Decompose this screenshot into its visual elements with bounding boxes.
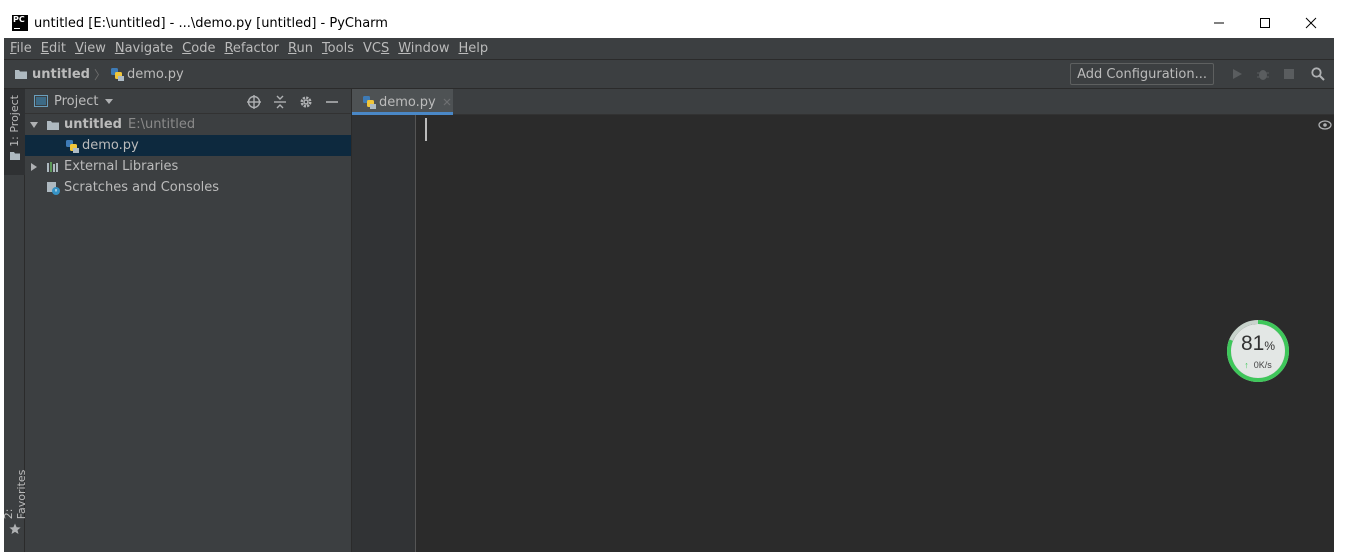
collapsed-arrow-icon[interactable] — [29, 162, 39, 172]
gear-icon — [300, 96, 312, 107]
tab-label: demo.py — [379, 94, 436, 110]
folder-icon — [9, 151, 20, 160]
tree-item-demo-py[interactable]: demo.py — [25, 135, 351, 156]
title-bar: PC untitled [E:\untitled] - ...\demo.py … — [4, 8, 1334, 38]
python-file-icon — [66, 139, 79, 153]
network-speed-widget[interactable]: 81% ↑ 0K/s — [1225, 318, 1291, 384]
menu-refactor[interactable]: Refactor — [220, 41, 283, 56]
breadcrumb-separator-icon: 〉 — [93, 67, 106, 82]
run-icon — [1233, 69, 1242, 79]
settings-button[interactable] — [293, 89, 319, 114]
project-view-selector[interactable]: Project — [34, 94, 114, 109]
tree-external-label: External Libraries — [64, 159, 179, 174]
crosshair-icon — [247, 94, 261, 109]
upload-arrow-icon: ↑ — [1244, 360, 1249, 370]
pycharm-window: PC untitled [E:\untitled] - ...\demo.py … — [4, 8, 1334, 552]
project-panel-title: Project — [54, 93, 99, 109]
search-icon — [1311, 67, 1325, 81]
maximize-icon — [1260, 18, 1270, 28]
python-file-icon — [111, 68, 124, 81]
menu-window[interactable]: Window — [394, 41, 453, 56]
collapse-all-icon — [274, 95, 286, 108]
breadcrumb-file[interactable]: demo.py — [127, 67, 184, 82]
chevron-down-icon — [105, 99, 114, 104]
eye-icon[interactable] — [1318, 120, 1332, 130]
tree-root-name: untitled — [64, 117, 122, 132]
stop-icon — [1284, 69, 1294, 79]
close-tab-icon[interactable] — [442, 97, 452, 107]
menu-edit[interactable]: Edit — [37, 41, 70, 56]
window-title: untitled [E:\untitled] - ...\demo.py [un… — [34, 15, 388, 31]
add-configuration-button[interactable]: Add Configuration... — [1070, 63, 1214, 85]
locate-file-button[interactable] — [241, 89, 267, 114]
breadcrumb: untitled 〉 demo.py — [4, 66, 184, 83]
run-button[interactable] — [1224, 63, 1250, 85]
pycharm-logo-icon: PC — [12, 15, 28, 31]
hide-panel-button[interactable] — [319, 89, 345, 114]
library-icon — [47, 161, 58, 172]
tab-favorites-label: 2: Favorites — [4, 469, 28, 520]
minimize-icon — [1214, 22, 1224, 24]
tab-demo-py[interactable]: demo.py — [352, 89, 453, 115]
tree-item-external-libraries[interactable]: External Libraries — [25, 156, 351, 177]
menu-vcs[interactable]: VCS — [359, 41, 393, 56]
left-tool-strip: 1: Project 2: Favorites — [4, 89, 28, 552]
python-file-icon — [363, 96, 376, 109]
folder-icon — [15, 70, 27, 79]
project-view-icon — [34, 95, 48, 107]
navigation-bar: untitled 〉 demo.py Add Configuration... — [4, 59, 1334, 89]
menu-code[interactable]: Code — [178, 41, 219, 56]
project-tree: untitled E:\untitled demo.py External Li… — [25, 114, 351, 198]
tab-project-label: 1: Project — [8, 95, 21, 147]
editor-area: demo.py — [352, 89, 1334, 552]
menu-help[interactable]: Help — [455, 41, 493, 56]
debug-bug-icon — [1257, 70, 1269, 80]
speed-percent: 81% — [1240, 332, 1276, 355]
debug-button[interactable] — [1250, 63, 1276, 85]
minimize-icon — [326, 100, 338, 103]
menu-view[interactable]: View — [71, 41, 110, 56]
scratches-icon — [47, 181, 60, 195]
stop-button[interactable] — [1276, 63, 1302, 85]
breadcrumb-project[interactable]: untitled — [32, 67, 90, 82]
expanded-arrow-icon[interactable] — [29, 120, 39, 130]
tree-file-label: demo.py — [82, 138, 139, 153]
menu-bar: File Edit View Navigate Code Refactor Ru… — [4, 38, 1334, 59]
tree-item-project-root[interactable]: untitled E:\untitled — [25, 114, 351, 135]
menu-tools[interactable]: Tools — [318, 41, 358, 56]
minimize-button[interactable] — [1196, 8, 1242, 38]
tree-root-path: E:\untitled — [127, 117, 196, 132]
close-icon — [1305, 17, 1317, 29]
folder-icon — [47, 120, 59, 130]
star-icon — [8, 523, 21, 535]
project-panel-header: Project — [25, 89, 351, 114]
close-button[interactable] — [1288, 8, 1334, 38]
main-area: 1: Project 2: Favorites Project untitled… — [4, 89, 1334, 552]
menu-run[interactable]: Run — [284, 41, 317, 56]
tree-item-scratches[interactable]: Scratches and Consoles — [25, 177, 351, 198]
speed-rate: ↑ 0K/s — [1244, 360, 1272, 370]
search-everywhere-button[interactable] — [1302, 63, 1334, 85]
line-number-gutter — [352, 115, 416, 552]
project-tool-window: Project untitled E:\untitled demo.py Ext… — [25, 89, 352, 552]
maximize-button[interactable] — [1242, 8, 1288, 38]
menu-file[interactable]: File — [6, 41, 36, 56]
tab-project-tool-window[interactable]: 1: Project — [4, 89, 25, 175]
menu-navigate[interactable]: Navigate — [111, 41, 177, 56]
tree-scratches-label: Scratches and Consoles — [64, 180, 220, 195]
code-text-area[interactable] — [417, 115, 1334, 552]
tab-favorites-tool-window[interactable]: 2: Favorites — [4, 455, 28, 535]
collapse-all-button[interactable] — [267, 89, 293, 114]
editor-tab-bar: demo.py — [352, 89, 1334, 115]
